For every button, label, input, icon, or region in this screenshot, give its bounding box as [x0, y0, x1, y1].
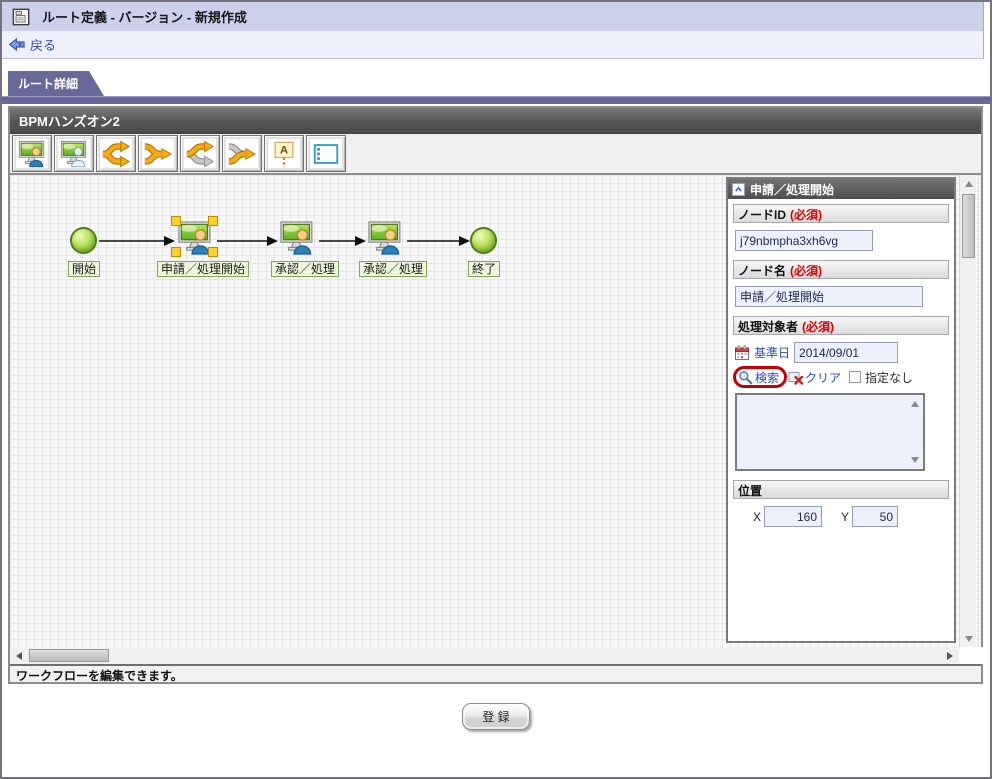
listbox-scroll-down-icon[interactable]	[911, 457, 919, 463]
target-label: 処理対象者	[738, 320, 799, 334]
back-label: 戻る	[30, 38, 57, 53]
scroll-down-button[interactable]	[960, 630, 977, 647]
task-node-icon	[17, 139, 47, 169]
y-label: Y	[841, 509, 850, 524]
selection-handle-bottom-left[interactable]	[171, 247, 181, 257]
back-toolbar: 戻る	[2, 31, 984, 59]
canvas-vertical-scrollbar[interactable]	[959, 175, 976, 647]
clear-label: クリア	[805, 370, 842, 385]
required-badge: (必須)	[802, 320, 835, 334]
annotation-icon	[269, 139, 299, 169]
back-arrow-icon	[9, 38, 26, 51]
search-label: 検索	[755, 370, 780, 385]
node-task[interactable]	[278, 219, 316, 257]
toolbar-annotation-button[interactable]	[264, 135, 304, 172]
toolbar-join-branch-button[interactable]	[138, 135, 178, 172]
clear-icon	[788, 369, 804, 385]
toolbar-dynamic-task-node-button[interactable]	[54, 135, 94, 172]
no-target-label: 指定なし	[865, 370, 914, 385]
listbox-scroll-up-icon[interactable]	[911, 401, 919, 407]
clear-button[interactable]: クリア	[788, 369, 841, 386]
node-id-section-header: ノードID (必須)	[733, 204, 949, 223]
required-badge: (必須)	[790, 208, 823, 222]
node-task[interactable]	[366, 219, 404, 257]
scroll-right-button[interactable]	[941, 647, 958, 664]
node-end[interactable]	[470, 227, 497, 254]
split-branch-icon	[101, 139, 131, 169]
canvas-horizontal-scrollbar[interactable]	[10, 647, 983, 664]
node-label: 終了	[467, 261, 501, 277]
search-icon	[738, 370, 753, 385]
node-label: 承認／処理	[358, 261, 428, 277]
x-coordinate-input[interactable]	[764, 506, 823, 527]
tab-route-detail[interactable]: ルート詳細	[8, 71, 104, 96]
workflow-canvas[interactable]: 開始 申請／処理開始 承認／処理 承認／処理 終了 申請／処理開始 ノードID …	[10, 175, 981, 647]
required-badge: (必須)	[790, 264, 823, 278]
node-name-input[interactable]	[735, 286, 923, 307]
workflow-editor-frame: BPMハンズオン2 開始 申請／処理開始 承認／処理 承認／処理 終了 申請／処…	[8, 106, 983, 684]
node-start[interactable]	[70, 227, 97, 254]
document-icon	[12, 8, 30, 26]
position-section-header: 位置	[733, 480, 949, 499]
properties-panel-title: 申請／処理開始	[750, 182, 835, 197]
x-label: X	[753, 509, 762, 524]
window-titlebar: ルート定義 - バージョン - 新規作成	[2, 2, 984, 31]
node-id-label: ノードID	[738, 208, 787, 222]
selection-handle-bottom-right[interactable]	[208, 247, 218, 257]
target-section-header: 処理対象者 (必須)	[733, 316, 949, 335]
selection-handle-top-right[interactable]	[208, 216, 218, 226]
join-sync-branch-icon	[227, 139, 257, 169]
search-button[interactable]: 検索	[738, 369, 779, 386]
workflow-title: BPMハンズオン2	[19, 114, 120, 129]
register-button[interactable]: 登 録	[462, 703, 530, 730]
search-highlight-annotation: 検索	[733, 366, 788, 388]
position-label: 位置	[738, 484, 763, 498]
tab-underline-bar	[2, 96, 990, 104]
node-id-input[interactable]	[735, 230, 873, 251]
toolbar-split-sync-branch-button[interactable]	[180, 135, 220, 172]
back-button[interactable]: 戻る	[9, 35, 56, 54]
task-node-icon	[278, 219, 316, 257]
selection-handle-top-left[interactable]	[171, 216, 181, 226]
node-label: 申請／処理開始	[156, 261, 250, 277]
node-label: 開始	[67, 261, 101, 277]
page-title: ルート定義 - バージョン - 新規作成	[42, 10, 247, 25]
scroll-left-button[interactable]	[10, 647, 27, 664]
workflow-title-bar: BPMハンズオン2	[10, 108, 981, 134]
node-task-selected[interactable]	[171, 216, 218, 257]
node-properties-panel: 申請／処理開始 ノードID(必須) ノード名(必須) 処理対象者(必須)	[726, 177, 956, 643]
end-node-icon	[470, 227, 497, 254]
properties-panel-header: 申請／処理開始	[728, 179, 954, 199]
target-listbox[interactable]	[735, 393, 925, 471]
base-date-input[interactable]	[794, 342, 899, 363]
toolbar-task-node-button[interactable]	[12, 135, 52, 172]
swimlane-icon	[311, 139, 341, 169]
status-bar: ワークフローを編集できます。	[10, 664, 981, 683]
node-name-section-header: ノード名 (必須)	[733, 260, 949, 279]
scrollbar-corner	[959, 647, 983, 664]
no-target-checkbox[interactable]	[849, 371, 862, 383]
chevron-up-icon	[733, 184, 744, 195]
collapse-panel-button[interactable]	[732, 182, 745, 196]
node-name-label: ノード名	[738, 264, 787, 278]
calendar-icon[interactable]	[734, 345, 750, 361]
split-sync-branch-icon	[185, 139, 215, 169]
toolbar-join-sync-branch-button[interactable]	[222, 135, 262, 172]
palette-toolbar	[10, 134, 981, 175]
task-node-icon	[366, 219, 404, 257]
join-branch-icon	[143, 139, 173, 169]
toolbar-swimlane-button[interactable]	[306, 135, 346, 172]
tab-route-detail-label: ルート詳細	[18, 77, 79, 91]
dynamic-task-node-icon	[59, 139, 89, 169]
y-coordinate-input[interactable]	[852, 506, 899, 527]
toolbar-split-branch-button[interactable]	[96, 135, 136, 172]
scroll-up-button[interactable]	[960, 175, 977, 192]
node-label: 承認／処理	[270, 261, 340, 277]
vertical-scroll-thumb[interactable]	[962, 194, 975, 258]
base-date-label: 基準日	[754, 346, 791, 360]
route-definition-window: ルート定義 - バージョン - 新規作成 戻る ルート詳細 BPMハンズオン2	[0, 0, 992, 779]
start-node-icon	[70, 227, 97, 254]
horizontal-scroll-thumb[interactable]	[29, 649, 109, 662]
